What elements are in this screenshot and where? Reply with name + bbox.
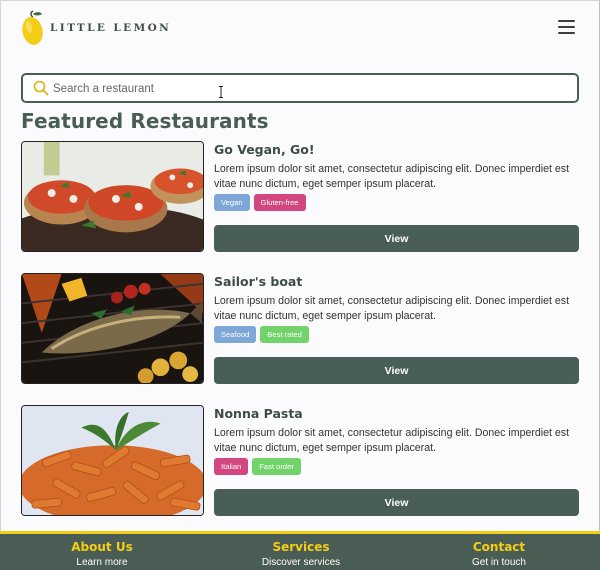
tag-seafood: Seafood xyxy=(214,326,257,343)
tag-list: Italian Fast order xyxy=(214,458,305,476)
view-button[interactable]: View xyxy=(214,489,579,516)
tag-vegan: Vegan xyxy=(214,194,250,211)
footer-about: About Us Learn more xyxy=(42,540,162,568)
view-button[interactable]: View xyxy=(214,357,579,384)
restaurant-name: Go Vegan, Go! xyxy=(214,142,315,157)
restaurant-card: Nonna Pasta Lorem ipsum dolor sit amet, … xyxy=(21,405,579,517)
restaurant-description: Lorem ipsum dolor sit amet, consectetur … xyxy=(214,163,570,190)
tag-list: Seafood Best rated xyxy=(214,326,313,344)
restaurant-name: Nonna Pasta xyxy=(214,406,303,421)
view-button[interactable]: View xyxy=(214,225,579,252)
tag-fast-order: Fast order xyxy=(252,458,301,475)
tag-best-rated: Best rated xyxy=(260,326,309,343)
search-icon xyxy=(33,80,49,96)
tag-list: Vegan Gluten-free xyxy=(214,194,310,212)
search-input[interactable] xyxy=(53,79,553,99)
footer-about-link[interactable]: Learn more xyxy=(42,557,162,568)
grilled-fish-photo[interactable] xyxy=(21,273,204,384)
restaurant-name: Sailor's boat xyxy=(214,274,303,289)
restaurant-card: Go Vegan, Go! Lorem ipsum dolor sit amet… xyxy=(21,141,579,253)
footer-contact-link[interactable]: Get in touch xyxy=(439,557,559,568)
footer-services-title: Services xyxy=(272,540,330,554)
restaurant-card: Sailor's boat Lorem ipsum dolor sit amet… xyxy=(21,273,579,385)
tag-italian: Italian xyxy=(214,458,249,475)
page-title: Featured Restaurants xyxy=(21,109,269,133)
footer-services-link[interactable]: Discover services xyxy=(241,557,361,568)
penne-pasta-photo[interactable] xyxy=(21,405,204,516)
search-bar xyxy=(21,73,579,103)
app-header: LITTLE LEMON xyxy=(0,0,600,60)
lemon-logo-icon[interactable] xyxy=(21,9,45,47)
text-cursor-icon xyxy=(219,86,223,98)
hamburger-menu-icon[interactable] xyxy=(558,19,575,35)
footer-about-title: About Us xyxy=(71,540,133,554)
site-footer: About Us Learn more Services Discover se… xyxy=(0,531,600,570)
restaurant-description: Lorem ipsum dolor sit amet, consectetur … xyxy=(214,427,570,454)
brand-name[interactable]: LITTLE LEMON xyxy=(50,22,171,34)
footer-contact: Contact Get in touch xyxy=(439,540,559,568)
tag-gluten-free: Gluten-free xyxy=(253,194,306,211)
footer-contact-title: Contact xyxy=(472,540,526,554)
footer-services: Services Discover services xyxy=(241,540,361,568)
restaurant-description: Lorem ipsum dolor sit amet, consectetur … xyxy=(214,295,570,322)
bruschetta-photo[interactable] xyxy=(21,141,204,252)
